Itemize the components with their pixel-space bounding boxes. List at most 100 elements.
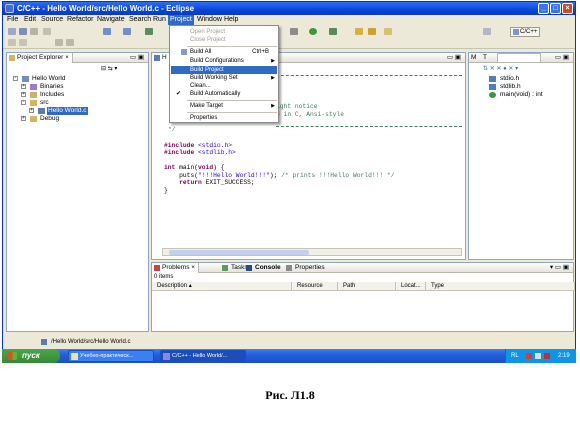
tray-antivirus-icon[interactable] xyxy=(526,353,532,359)
column-path[interactable]: Path xyxy=(338,282,396,291)
includes-icon xyxy=(30,92,37,98)
maximize-button[interactable]: □ xyxy=(550,3,561,14)
tab-properties[interactable]: Properties xyxy=(286,263,325,273)
column-description[interactable]: Description ▴ xyxy=(152,282,292,291)
editor-window-controls[interactable]: ▭ ▣ xyxy=(447,53,461,63)
problems-panel: Problems × Tasks Console Properties ▾ ▭ … xyxy=(151,262,575,332)
menu-item-label: Close Project xyxy=(190,37,226,43)
outline-label: stdlib.h xyxy=(500,83,521,90)
perspective-cpp[interactable]: C/C++ xyxy=(510,27,540,37)
search-icon[interactable] xyxy=(368,28,376,35)
tab-problems[interactable]: Problems × xyxy=(152,263,200,273)
tab-hello-world-c[interactable]: H xyxy=(152,53,171,63)
menu-item-clean[interactable]: Clean... xyxy=(171,82,277,90)
document-icon xyxy=(71,353,78,360)
menu-item-properties[interactable]: Properties xyxy=(171,114,277,122)
new-class-icon[interactable] xyxy=(103,28,111,35)
menu-item-label: Build Working Set xyxy=(190,75,238,81)
menu-file[interactable]: File xyxy=(5,15,20,25)
window-title: C/C++ - Hello World/src/Hello World.c - … xyxy=(17,4,195,13)
console-tab-label: Console xyxy=(255,264,281,271)
menu-navigate[interactable]: Navigate xyxy=(95,15,127,25)
column-resource[interactable]: Resource xyxy=(292,282,338,291)
minimize-button[interactable]: _ xyxy=(538,3,549,14)
history-icon[interactable] xyxy=(55,39,63,46)
tab-project-explorer[interactable]: Project Explorer × xyxy=(7,53,73,63)
tray-k-icon[interactable] xyxy=(544,353,550,359)
clock: 2:19 xyxy=(558,353,570,359)
folder-icon xyxy=(30,116,37,122)
menu-separator xyxy=(187,46,277,47)
menu-edit[interactable]: Edit xyxy=(22,15,38,25)
external-tools-icon[interactable] xyxy=(290,28,298,35)
taskbar-item-word[interactable]: Учебно-практическ... xyxy=(68,350,154,362)
language-indicator[interactable]: RL xyxy=(511,349,519,363)
explorer-toolbar-icons[interactable]: ⊟ ⇆ ▾ xyxy=(101,65,117,72)
close-tab-icon[interactable]: × xyxy=(65,54,69,61)
new-folder-icon[interactable] xyxy=(123,28,131,35)
collapse-icon[interactable]: - xyxy=(21,100,26,105)
collapse-icon[interactable]: - xyxy=(13,76,18,81)
outline-toolbar-icons[interactable]: ⇅ ✕ ✕ ● ✕ ▾ xyxy=(483,65,518,72)
outline-window-controls[interactable]: ▭ ▣ xyxy=(555,53,569,63)
start-button[interactable]: пуск xyxy=(2,349,60,363)
code-text: } xyxy=(164,186,168,194)
expand-icon[interactable]: + xyxy=(29,108,34,113)
run-icon[interactable] xyxy=(309,28,317,35)
menu-item-build-all[interactable]: Build All Ctrl+B xyxy=(171,48,277,56)
nav-forward-icon[interactable] xyxy=(19,39,27,46)
column-location[interactable]: Locat... xyxy=(396,282,426,291)
menu-source[interactable]: Source xyxy=(39,15,65,25)
menu-run[interactable]: Run xyxy=(151,15,168,25)
pencil-icon[interactable] xyxy=(384,28,392,35)
expand-icon[interactable]: + xyxy=(21,116,26,121)
tab-type-hierarchy[interactable]: T xyxy=(483,53,487,63)
outline-panel: M T ▭ ▣ ⇅ ✕ ✕ ● ✕ ▾ stdio.h stdlib.h mai… xyxy=(468,52,574,260)
title-bar[interactable]: C/C++ - Hello World/src/Hello World.c - … xyxy=(3,2,575,15)
code-text: ); xyxy=(269,171,282,179)
outline-label: main(void) : int xyxy=(500,91,543,98)
menu-item-build-project[interactable]: Build Project xyxy=(171,66,277,74)
tab-tasks[interactable]: Tasks xyxy=(222,263,248,273)
horizontal-scrollbar[interactable] xyxy=(162,248,462,256)
open-type-icon[interactable] xyxy=(355,28,363,35)
problems-count: 0 items xyxy=(154,274,174,280)
open-perspective-icon[interactable] xyxy=(483,28,491,35)
close-tab-icon[interactable]: × xyxy=(191,264,195,271)
close-button[interactable]: × xyxy=(562,3,573,14)
problems-window-controls[interactable]: ▾ ▭ ▣ xyxy=(550,263,569,273)
menu-window[interactable]: Window xyxy=(195,15,224,25)
debug-icon[interactable] xyxy=(329,28,337,35)
menu-item-build-configurations[interactable]: Build Configurations ▶ xyxy=(171,57,277,65)
save-icon[interactable] xyxy=(19,28,27,35)
expand-icon[interactable]: + xyxy=(21,84,26,89)
new-icon[interactable] xyxy=(8,28,16,35)
menu-refactor[interactable]: Refactor xyxy=(65,15,95,25)
source-folder-icon xyxy=(30,100,37,106)
view-minimize-icon[interactable]: ▭ ▣ xyxy=(130,53,144,63)
last-edit-icon[interactable] xyxy=(66,39,74,46)
menu-item-label: Build Automatically xyxy=(190,91,241,97)
tab-outline[interactable] xyxy=(497,53,541,63)
menu-item-build-working-set[interactable]: Build Working Set ▶ xyxy=(171,74,277,82)
menu-item-build-automatically[interactable]: ✔ Build Automatically xyxy=(171,90,277,98)
menu-item-open-project[interactable]: Open Project xyxy=(171,28,277,36)
menu-help[interactable]: Help xyxy=(222,15,240,25)
menu-project[interactable]: Project xyxy=(168,15,194,25)
menu-search[interactable]: Search xyxy=(127,15,153,25)
menu-item-close-project[interactable]: Close Project xyxy=(171,36,277,44)
column-type[interactable]: Type xyxy=(426,282,575,291)
code-text: EXIT_SUCCESS; xyxy=(201,179,255,187)
menu-item-make-target[interactable]: Make Target ▶ xyxy=(171,102,277,110)
expand-icon[interactable]: + xyxy=(21,92,26,97)
tray-volume-icon[interactable] xyxy=(535,353,541,359)
scrollbar-thumb[interactable] xyxy=(169,250,309,255)
tab-make-targets[interactable]: M xyxy=(471,53,476,63)
tab-console[interactable]: Console xyxy=(246,263,281,273)
build-icon[interactable] xyxy=(43,28,51,35)
print-icon[interactable] xyxy=(30,28,38,35)
taskbar-item-eclipse[interactable]: C/C++ - Hello World/... xyxy=(160,350,246,362)
code-comment: /* prints !!!Hello World!!! */ xyxy=(281,171,395,179)
c-file-icon[interactable] xyxy=(145,28,153,35)
nav-back-icon[interactable] xyxy=(8,39,16,46)
